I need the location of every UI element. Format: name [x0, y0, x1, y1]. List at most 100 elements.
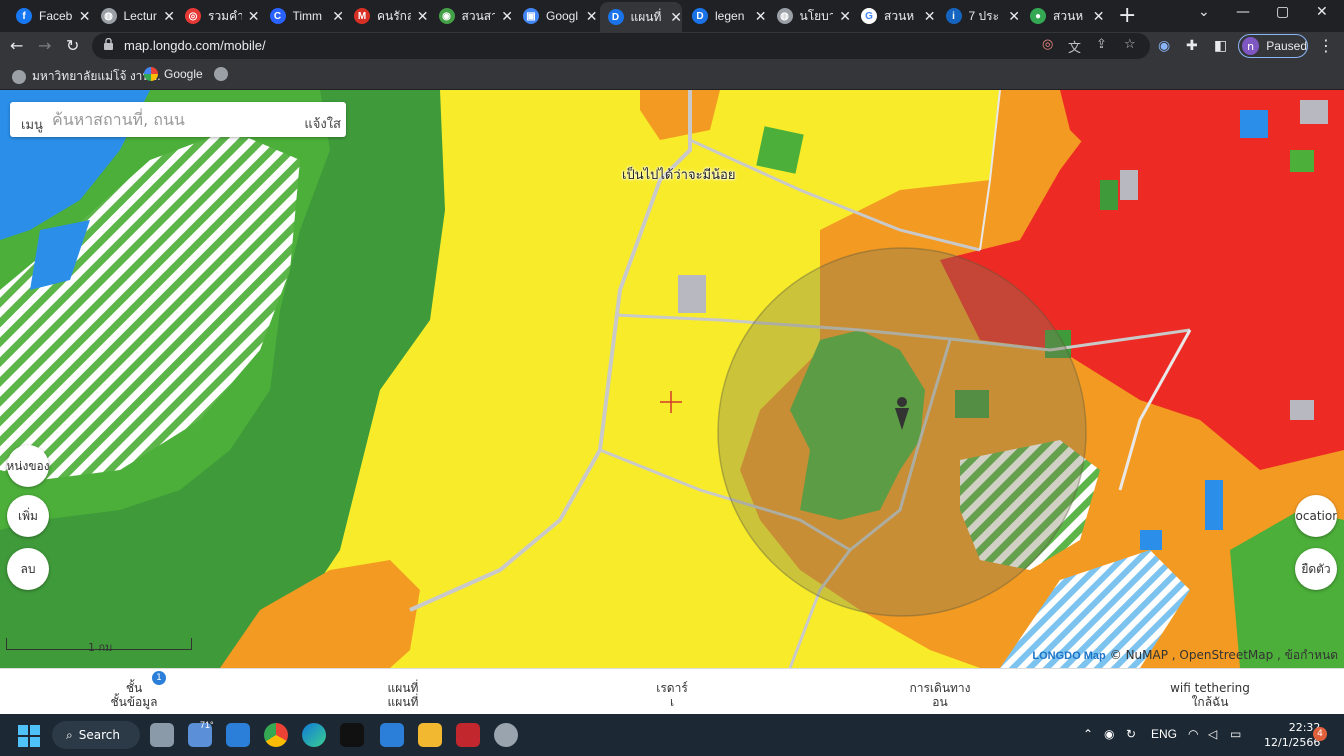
- battery-icon[interactable]: ▭: [1230, 727, 1241, 741]
- my-location-button[interactable]: หน่งของ: [7, 445, 49, 487]
- close-icon[interactable]: ✕: [670, 9, 682, 26]
- close-icon[interactable]: ✕: [924, 8, 936, 25]
- map-search-box[interactable]: เมนู แจ้งใส: [10, 102, 346, 137]
- app-t-icon[interactable]: [340, 723, 364, 747]
- search-input[interactable]: [52, 108, 292, 130]
- stretch-button[interactable]: ยืดตัว: [1295, 548, 1337, 590]
- browser-tab[interactable]: G สวนห ✕: [853, 4, 936, 28]
- edge-icon[interactable]: [302, 723, 326, 747]
- mail-icon[interactable]: [226, 723, 250, 747]
- bookmark-item[interactable]: [214, 67, 234, 81]
- browser-tab[interactable]: Dlegen ✕: [684, 4, 767, 28]
- browser-tab[interactable]: M คนรักส ✕: [346, 4, 429, 28]
- bookmark-star-icon[interactable]: ☆: [1124, 37, 1136, 52]
- close-icon[interactable]: ✕: [163, 8, 175, 25]
- maximize-icon[interactable]: ▢: [1276, 4, 1289, 20]
- attribution-text[interactable]: © NuMAP , OpenStreetMap , ข้อกำหนด: [1110, 646, 1338, 665]
- longdo-logo[interactable]: LONGDO Map: [1032, 650, 1105, 662]
- close-icon[interactable]: ✕: [417, 8, 429, 25]
- browser-tab[interactable]: i 7 ประ ✕: [938, 4, 1020, 28]
- notification-badge: 1: [152, 671, 166, 685]
- bookmark-item[interactable]: มหาวิทยาลัยแม่โจ้ งาน...: [12, 67, 161, 86]
- browser-tab[interactable]: ▣ Googl ✕: [515, 4, 598, 28]
- extension-icon[interactable]: ◉: [1158, 36, 1170, 56]
- google-icon: [144, 67, 158, 81]
- tab-title: 7 ประ: [968, 8, 1000, 23]
- browser-tab[interactable]: ◉ สวนสา ✕: [431, 4, 513, 28]
- doc-icon: D: [692, 8, 708, 24]
- browser-tab[interactable]: C Timm ✕: [262, 4, 344, 28]
- appbar-nearby[interactable]: wifi tethering ใกล้ฉัน: [1150, 681, 1270, 709]
- reload-icon[interactable]: ↻: [66, 36, 79, 56]
- map-place-label: เป็นไปได้ว่าจะมีน้อย: [622, 168, 736, 183]
- close-window-icon[interactable]: ✕: [1316, 4, 1328, 20]
- browser-tab[interactable]: D แผนที่ ✕: [599, 2, 682, 32]
- blocked-location-icon[interactable]: ◎: [1042, 37, 1053, 52]
- bookmark-item[interactable]: Google: [144, 67, 203, 81]
- volume-icon[interactable]: ◁: [1208, 727, 1217, 741]
- app-gray-icon[interactable]: [494, 723, 518, 747]
- app-red-icon[interactable]: [456, 723, 480, 747]
- tray-app-icon[interactable]: ◉: [1104, 727, 1114, 741]
- kebab-menu-icon[interactable]: ⋮: [1318, 36, 1334, 56]
- file-explorer-icon[interactable]: [418, 723, 442, 747]
- browser-tab[interactable]: ◍ นโยบาย ✕: [769, 4, 851, 28]
- close-icon[interactable]: ✕: [248, 8, 260, 25]
- browser-tab[interactable]: ◍ Lectur ✕: [93, 4, 175, 28]
- appbar-layers[interactable]: 1 ชั้น ชั้นข้อมูล: [74, 671, 194, 709]
- chevron-up-icon[interactable]: ⌃: [1083, 727, 1093, 741]
- menu-button[interactable]: เมนู: [21, 114, 43, 135]
- profile-status: Paused: [1266, 39, 1307, 53]
- map-canvas[interactable]: เมนู แจ้งใส เป็นไปได้ว่าจะมีน้อย หน่งของ…: [0, 90, 1344, 668]
- browser-tab[interactable]: ● สวนห ✕: [1022, 4, 1105, 28]
- browser-tab[interactable]: f Faceb ✕: [8, 4, 91, 28]
- close-icon[interactable]: ✕: [501, 8, 513, 25]
- forward-arrow-icon[interactable]: →: [38, 36, 51, 56]
- clock-time: 22:32: [1288, 721, 1321, 734]
- lock-icon: [104, 38, 113, 50]
- appbar-radar[interactable]: เรดาร์ เ: [612, 681, 732, 709]
- wifi-icon[interactable]: ◠: [1188, 727, 1198, 741]
- side-panel-icon[interactable]: ◧: [1214, 36, 1227, 56]
- profile-button[interactable]: n Paused: [1238, 34, 1308, 58]
- gmail-icon: M: [354, 8, 370, 24]
- clock[interactable]: 22:32 12/1/2566: [1264, 720, 1320, 750]
- new-tab-icon[interactable]: +: [1118, 3, 1136, 28]
- tab-strip: f Faceb ✕ ◍ Lectur ✕ ◎ รวมคำ ✕ C Timm ✕ M คนรักส ✕ ◉ สวน…: [0, 0, 1344, 32]
- close-icon[interactable]: ✕: [586, 8, 598, 25]
- appbar-map[interactable]: แผนที่ แผนที่: [343, 681, 463, 709]
- zoom-in-button[interactable]: เพิ่ม: [7, 495, 49, 537]
- appbar-travel[interactable]: การเดินทาง อน: [880, 681, 1000, 709]
- share-icon[interactable]: ⇪: [1096, 37, 1107, 52]
- address-bar[interactable]: map.longdo.com/mobile/ ◎ 文 ⇪ ☆: [92, 33, 1150, 59]
- task-view-icon[interactable]: [150, 723, 174, 747]
- report-button[interactable]: แจ้งใส: [304, 113, 341, 134]
- zoom-out-button[interactable]: ลบ: [7, 548, 49, 590]
- windows-start-icon[interactable]: [18, 725, 40, 747]
- notification-count[interactable]: 4: [1313, 727, 1327, 741]
- close-icon[interactable]: ✕: [839, 8, 851, 25]
- minimize-icon[interactable]: —: [1236, 4, 1250, 20]
- close-icon[interactable]: ✕: [1093, 8, 1105, 25]
- location-button[interactable]: location: [1295, 495, 1337, 537]
- store-icon[interactable]: [380, 723, 404, 747]
- close-icon[interactable]: ✕: [79, 8, 91, 25]
- button-label: หน่งของ: [7, 458, 49, 473]
- chrome-icon[interactable]: [264, 723, 288, 747]
- tab-title: สวนห: [1053, 8, 1084, 23]
- sync-icon[interactable]: ↻: [1126, 727, 1136, 741]
- translate-icon[interactable]: 文: [1068, 37, 1081, 56]
- close-icon[interactable]: ✕: [755, 8, 767, 25]
- puzzle-icon[interactable]: ✚: [1186, 36, 1198, 56]
- appbar-sublabel: เ: [669, 695, 675, 709]
- browser-tab[interactable]: ◎ รวมคำ ✕: [177, 4, 260, 28]
- bottom-app-bar: 1 ชั้น ชั้นข้อมูล แผนที่ แผนที่ เรดาร์ เ…: [0, 668, 1344, 714]
- chevron-down-icon[interactable]: ⌄: [1198, 4, 1210, 20]
- button-label: เพิ่ม: [18, 508, 38, 523]
- language-indicator[interactable]: ENG: [1151, 727, 1177, 741]
- appbar-sublabel: แผนที่: [387, 695, 419, 709]
- taskbar-search[interactable]: ⌕ Search: [52, 721, 140, 749]
- back-arrow-icon[interactable]: ←: [10, 36, 23, 56]
- close-icon[interactable]: ✕: [332, 8, 344, 25]
- close-icon[interactable]: ✕: [1008, 8, 1020, 25]
